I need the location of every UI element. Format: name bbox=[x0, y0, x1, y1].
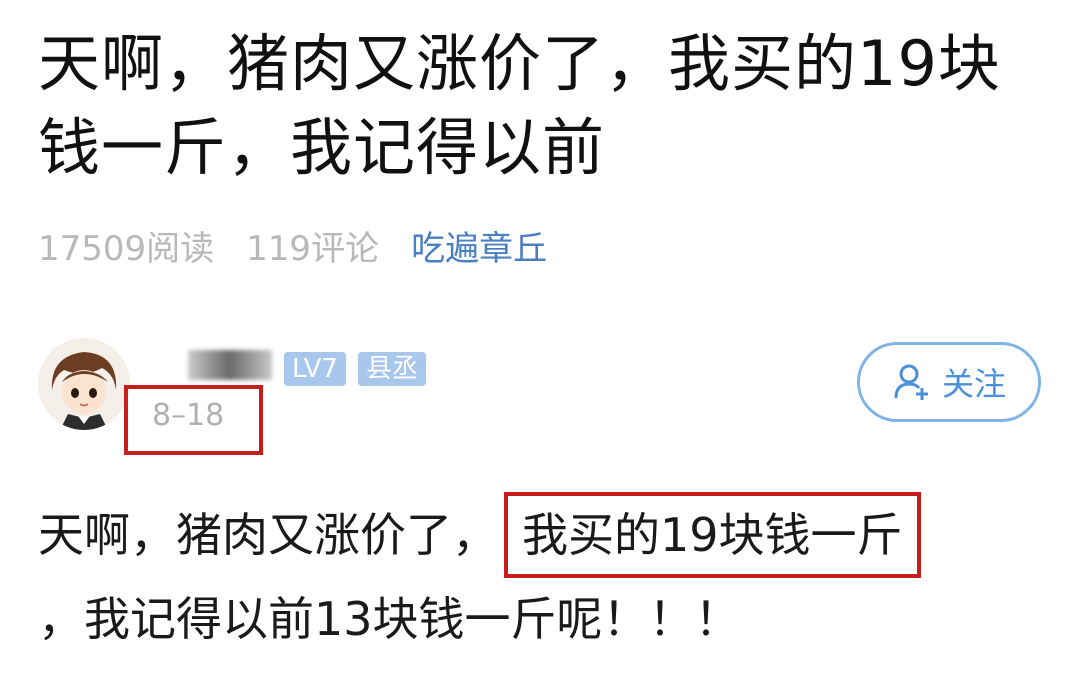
post-meta: 17509阅读 119评论 吃遍章丘 bbox=[38, 221, 579, 270]
username-blurred[interactable] bbox=[188, 350, 272, 380]
date-highlight-box bbox=[124, 385, 263, 455]
add-user-icon bbox=[892, 362, 932, 402]
comment-text-end: ，我记得以前13块钱一斤呢！！！ bbox=[38, 592, 741, 646]
avatar-image bbox=[38, 338, 130, 430]
topic-link[interactable]: 吃遍章丘 bbox=[411, 221, 547, 270]
read-count: 17509阅读 bbox=[38, 228, 215, 269]
comment-body: 天啊，猪肉又涨价了， 我买的19块钱一斤 ，我记得以前13块钱一斤呢！！！ bbox=[38, 492, 1048, 660]
comment-text-start: 天啊，猪肉又涨价了， bbox=[38, 508, 498, 562]
level-badge: LV7 bbox=[284, 352, 346, 386]
avatar[interactable] bbox=[38, 338, 130, 430]
rank-badge: 县丞 bbox=[358, 352, 427, 386]
comment-count: 119评论 bbox=[246, 228, 380, 269]
follow-label: 关注 bbox=[941, 365, 1006, 403]
follow-button[interactable]: 关注 bbox=[857, 342, 1041, 422]
post-title: 天啊，猪肉又涨价了，我买的19块钱一斤，我记得以前 bbox=[38, 27, 1001, 184]
comment-highlight: 我买的19块钱一斤 bbox=[504, 492, 921, 578]
